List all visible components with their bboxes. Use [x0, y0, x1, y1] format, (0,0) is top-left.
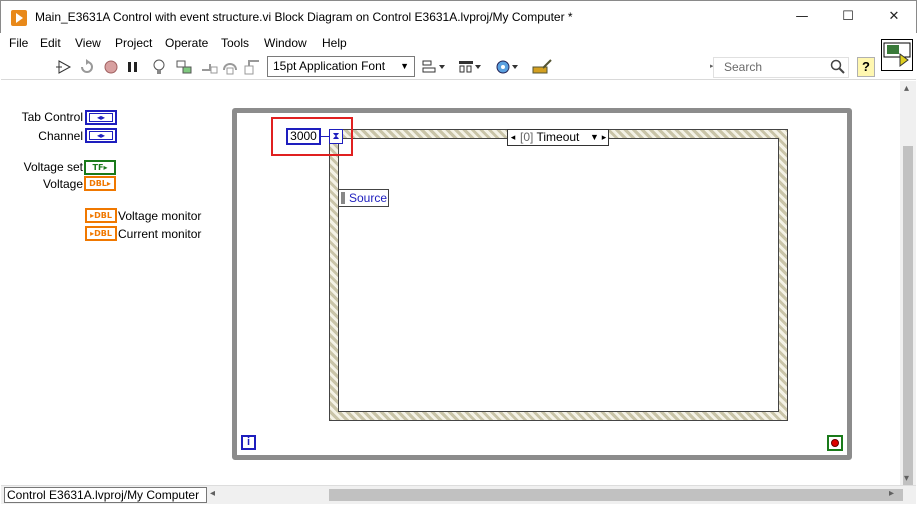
terminal-label-voltage-monitor: Voltage monitor: [118, 209, 202, 223]
menu-file[interactable]: File: [9, 36, 28, 50]
close-button[interactable]: ✕: [871, 1, 917, 33]
terminal-label-channel: Channel: [38, 129, 83, 143]
highlight-box: [271, 117, 353, 156]
event-case-index: [0]: [520, 130, 534, 144]
menu-operate[interactable]: Operate: [165, 36, 208, 50]
terminal-label-voltage: Voltage: [42, 177, 83, 191]
search-input[interactable]: Search: [713, 57, 849, 78]
font-select-value: 15pt Application Font: [273, 59, 386, 73]
voltage-monitor-terminal[interactable]: ▸DBL: [85, 208, 117, 223]
step-over-icon[interactable]: [221, 58, 241, 76]
step-into-icon[interactable]: [199, 58, 219, 76]
scroll-up-icon[interactable]: ▴: [904, 83, 909, 94]
align-objects-icon[interactable]: [421, 58, 449, 76]
voltage-terminal[interactable]: DBL▸: [84, 176, 116, 191]
event-data-source: Source: [349, 191, 388, 205]
iteration-terminal[interactable]: i: [241, 435, 256, 450]
node-handle: [341, 192, 345, 204]
search-icon[interactable]: [830, 59, 846, 81]
decrement-arrow-icon[interactable]: ◂: [509, 130, 517, 145]
highlight-execution-icon[interactable]: [149, 58, 169, 76]
terminal-label-current-monitor: Current monitor: [118, 227, 202, 241]
minimize-button[interactable]: —: [779, 1, 825, 33]
voltage-set-terminal[interactable]: TF▸: [84, 160, 116, 175]
stop-icon: [831, 439, 839, 447]
current-monitor-terminal[interactable]: ▸DBL: [85, 226, 117, 241]
menu-view[interactable]: View: [75, 36, 101, 50]
menu-window[interactable]: Window: [264, 36, 307, 50]
event-case-label: [0] Timeout: [520, 130, 579, 145]
scroll-down-icon[interactable]: ▾: [904, 473, 909, 484]
terminal-label-tab-control: Tab Control: [21, 110, 83, 124]
terminal-label-voltage-set: Voltage set: [23, 160, 83, 174]
menu-project[interactable]: Project: [115, 36, 152, 50]
menu-help[interactable]: Help: [322, 36, 347, 50]
increment-arrow-icon[interactable]: ▸: [600, 130, 608, 145]
pause-icon[interactable]: [123, 58, 143, 76]
horizontal-scroll-thumb[interactable]: [329, 489, 903, 501]
loop-condition-terminal[interactable]: [827, 435, 843, 451]
toolbar: 15pt Application Font ▼ ▸ Search ?: [1, 39, 916, 80]
event-structure-frame: [338, 138, 779, 412]
retain-wire-values-icon[interactable]: [174, 58, 194, 76]
menu-tools[interactable]: Tools: [221, 36, 249, 50]
vi-connector-icon[interactable]: [881, 39, 913, 71]
project-path-label: Control E3631A.lvproj/My Computer: [4, 487, 207, 503]
scroll-right-icon[interactable]: ▸: [889, 488, 894, 499]
dropdown-arrow-icon[interactable]: ▼: [590, 130, 599, 145]
channel-terminal[interactable]: ◂▸: [85, 128, 117, 143]
event-data-node[interactable]: Source: [338, 189, 389, 207]
tab-control-terminal[interactable]: ◂▸: [85, 110, 117, 125]
event-case-selector[interactable]: ◂ [0] Timeout ▼ ▸: [507, 129, 609, 146]
menu-bar: File Edit View Project Operate Tools Win…: [1, 33, 916, 54]
cleanup-diagram-icon[interactable]: [531, 58, 555, 76]
distribute-objects-icon[interactable]: [457, 58, 485, 76]
abort-icon[interactable]: [101, 58, 121, 76]
menu-edit[interactable]: Edit: [40, 36, 61, 50]
labview-vi-icon: [11, 10, 27, 26]
vertical-scroll-thumb[interactable]: [903, 146, 913, 496]
horizontal-scrollbar[interactable]: Control E3631A.lvproj/My Computer ◂ ▸: [1, 485, 916, 504]
chevron-down-icon: ▼: [400, 61, 409, 71]
title-bar: Main_E3631A Control with event structure…: [0, 0, 917, 33]
reorder-icon[interactable]: [494, 58, 522, 76]
step-out-icon[interactable]: [243, 58, 263, 76]
run-continuous-icon[interactable]: [78, 58, 98, 76]
maximize-button[interactable]: ☐: [825, 1, 871, 33]
event-structure[interactable]: [329, 129, 788, 421]
run-arrow-icon[interactable]: [55, 58, 75, 76]
font-select[interactable]: 15pt Application Font ▼: [267, 56, 415, 77]
window-title: Main_E3631A Control with event structure…: [35, 10, 573, 24]
context-help-button[interactable]: ?: [857, 57, 875, 77]
event-case-name: Timeout: [536, 130, 580, 144]
search-placeholder: Search: [724, 60, 763, 74]
vertical-scrollbar[interactable]: ▴ ▾: [900, 81, 916, 496]
scroll-left-icon[interactable]: ◂: [210, 488, 215, 499]
